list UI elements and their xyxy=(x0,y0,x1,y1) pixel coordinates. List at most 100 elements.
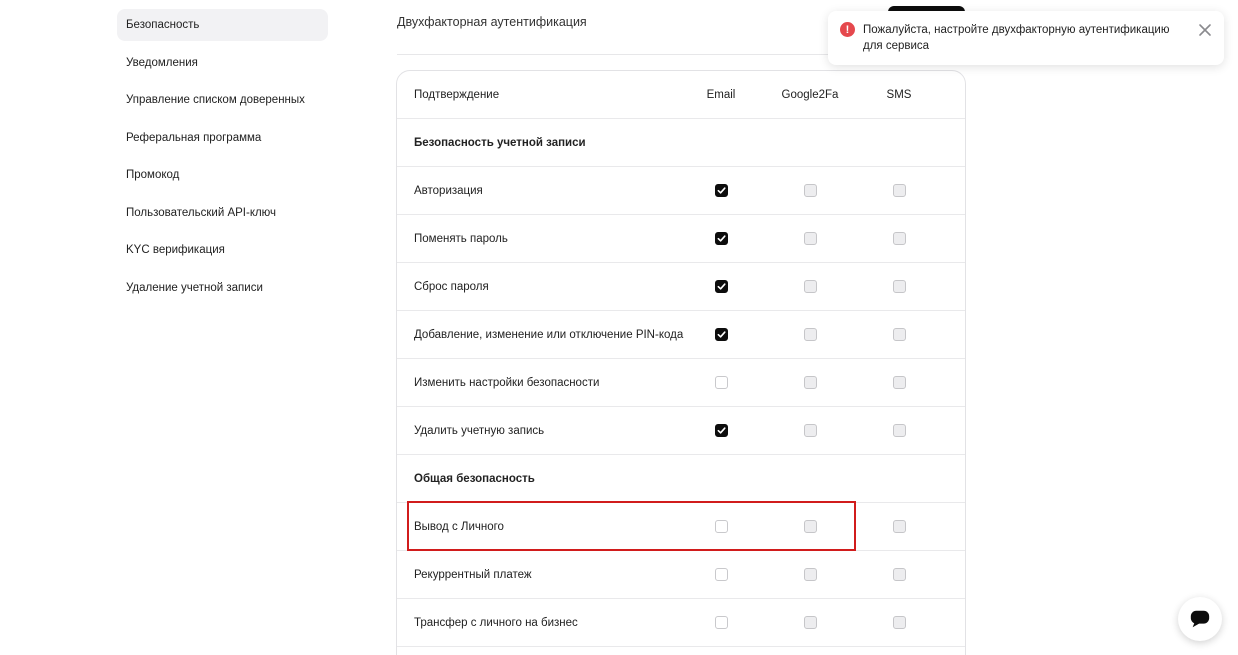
column-header-confirmation: Подтверждение xyxy=(414,88,500,101)
sidebar-item-referral[interactable]: Реферальная программа xyxy=(117,122,328,154)
sms-checkbox xyxy=(892,616,906,629)
email-cell xyxy=(691,359,751,406)
sms-cell xyxy=(869,359,929,406)
email-checkbox[interactable] xyxy=(714,376,728,389)
google-checkbox xyxy=(803,568,817,581)
table-row: Добавление, изменение или отключение PIN… xyxy=(397,311,965,359)
google-checkbox xyxy=(803,376,817,389)
table-row: Удалить учетную запись xyxy=(397,407,965,455)
sms-checkbox xyxy=(892,232,906,245)
google-cell xyxy=(780,215,840,262)
column-header-sms: SMS xyxy=(886,88,912,101)
sms-checkbox xyxy=(892,280,906,293)
table-row: Вывод с Личного xyxy=(397,503,965,551)
google-cell xyxy=(780,311,840,358)
email-cell xyxy=(691,167,751,214)
section-header-row: Общая безопасность xyxy=(397,455,965,503)
sidebar-item-promocode[interactable]: Промокод xyxy=(117,159,328,191)
sidebar-item-notifications[interactable]: Уведомления xyxy=(117,47,328,79)
table-row: Поменять пароль xyxy=(397,215,965,263)
column-header-email: Email xyxy=(706,88,736,101)
table-row: Авторизация xyxy=(397,167,965,215)
email-checkbox[interactable] xyxy=(714,184,728,197)
email-checkbox[interactable] xyxy=(714,568,728,581)
sms-checkbox xyxy=(892,424,906,437)
row-label: Удалить учетную запись xyxy=(414,424,545,437)
sidebar-item-label: Пользовательский API-ключ xyxy=(126,206,277,219)
table-row: Изменить настройки безопасности xyxy=(397,359,965,407)
sms-cell xyxy=(869,167,929,214)
google-cell xyxy=(780,407,840,454)
sms-cell xyxy=(869,503,929,550)
google-cell xyxy=(780,503,840,550)
sms-checkbox xyxy=(892,376,906,389)
sidebar-item-kyc[interactable]: KYC верификация xyxy=(117,234,328,266)
email-cell xyxy=(691,215,751,262)
row-label: Сброс пароля xyxy=(414,280,489,293)
sidebar-item-label: Реферальная программа xyxy=(126,131,262,144)
google-checkbox xyxy=(803,424,817,437)
table-body: Безопасность учетной записи Авторизация По… xyxy=(397,119,965,647)
sidebar-item-label: Управление списком доверенных xyxy=(126,94,305,106)
google-checkbox xyxy=(803,616,817,629)
section-title: Безопасность учетной записи xyxy=(414,136,586,149)
row-label: Авторизация xyxy=(414,184,483,197)
table-row: Трансфер с личного на бизнес xyxy=(397,599,965,647)
email-cell xyxy=(691,407,751,454)
row-label: Вывод с Личного xyxy=(414,520,504,533)
sidebar-item-label: Промокод xyxy=(126,169,180,181)
email-checkbox[interactable] xyxy=(714,424,728,437)
sidebar-item-label: Уведомления xyxy=(126,56,198,69)
chat-support-button[interactable] xyxy=(1178,597,1222,641)
row-label: Изменить настройки безопасности xyxy=(414,376,600,389)
sms-checkbox xyxy=(892,328,906,341)
sidebar-item-label: KYC верификация xyxy=(126,244,225,256)
row-label: Трансфер с личного на бизнес xyxy=(414,616,578,629)
page-title: Двухфакторная аутентификация xyxy=(397,15,587,29)
two-factor-table: Подтверждение Email Google2Fa SMS Безопа… xyxy=(396,70,966,655)
settings-sidebar: Безопасность Уведомления Управление спис… xyxy=(117,9,328,309)
sidebar-item-label: Удаление учетной записи xyxy=(126,281,263,294)
close-icon[interactable] xyxy=(1198,23,1212,37)
sms-cell xyxy=(869,311,929,358)
row-label: Поменять пароль xyxy=(414,232,508,245)
google-cell xyxy=(780,551,840,598)
sms-cell xyxy=(869,263,929,310)
sidebar-item-label: Безопасность xyxy=(126,19,200,31)
notification-toast: ! Пожалуйста, настройте двухфакторную ау… xyxy=(828,11,1224,65)
google-cell xyxy=(780,599,840,646)
row-label: Рекуррентный платеж xyxy=(414,568,532,581)
email-checkbox[interactable] xyxy=(714,232,728,245)
email-cell xyxy=(691,311,751,358)
google-checkbox xyxy=(803,184,817,197)
email-cell xyxy=(691,503,751,550)
table-row: Сброс пароля xyxy=(397,263,965,311)
sidebar-item-api-key[interactable]: Пользовательский API-ключ xyxy=(117,197,328,229)
google-cell xyxy=(780,263,840,310)
sms-cell xyxy=(869,215,929,262)
google-cell xyxy=(780,167,840,214)
email-cell xyxy=(691,263,751,310)
sidebar-item-trusted-list[interactable]: Управление списком доверенных xyxy=(117,84,328,116)
email-checkbox[interactable] xyxy=(714,616,728,629)
sidebar-item-delete-account[interactable]: Удаление учетной записи xyxy=(117,272,328,304)
email-checkbox[interactable] xyxy=(714,328,728,341)
sms-cell xyxy=(869,599,929,646)
toast-message: Пожалуйста, настройте двухфакторную ауте… xyxy=(863,24,1170,52)
google-cell xyxy=(780,359,840,406)
column-header-google2fa: Google2Fa xyxy=(781,88,839,101)
email-checkbox[interactable] xyxy=(714,280,728,293)
table-row: Рекуррентный платеж xyxy=(397,551,965,599)
section-header-row: Безопасность учетной записи xyxy=(397,119,965,167)
sms-cell xyxy=(869,551,929,598)
email-cell xyxy=(691,599,751,646)
sms-checkbox xyxy=(892,568,906,581)
table-header-row: Подтверждение Email Google2Fa SMS xyxy=(397,71,965,119)
sms-cell xyxy=(869,407,929,454)
sidebar-item-security[interactable]: Безопасность xyxy=(117,9,328,41)
row-label: Добавление, изменение или отключение PIN… xyxy=(414,328,684,341)
google-checkbox xyxy=(803,520,817,533)
email-checkbox[interactable] xyxy=(714,520,728,533)
google-checkbox xyxy=(803,280,817,293)
section-title: Общая безопасность xyxy=(414,472,535,485)
